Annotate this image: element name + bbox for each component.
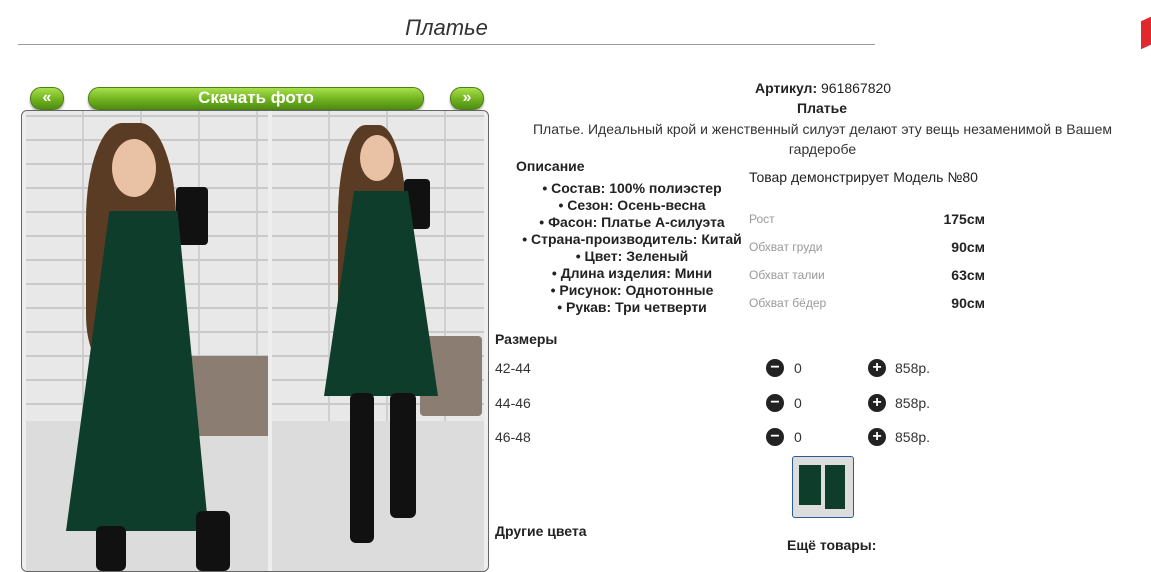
boot (196, 511, 230, 571)
product-photo-frame[interactable] (21, 110, 489, 572)
measurement-label: Рост (749, 212, 775, 226)
sizes-heading: Размеры (495, 331, 558, 347)
increase-quantity-button[interactable]: + (868, 428, 886, 446)
description-item: Цвет: Зеленый (496, 248, 768, 265)
measurement-label: Обхват груди (749, 240, 823, 254)
sku-value: 961867820 (821, 80, 892, 96)
quantity-value: 0 (794, 429, 802, 445)
description-item: Состав: 100% полиэстер (496, 180, 768, 197)
description-heading: Описание (516, 158, 585, 174)
model-note: Товар демонстрирует Модель №80 (749, 169, 978, 185)
measurement-value: 90см (951, 239, 985, 255)
size-row: 42-44 − 0 + 858р. (495, 359, 955, 380)
size-label: 42-44 (495, 360, 531, 376)
product-tagline: Платье. Идеальный крой и женственный сил… (532, 121, 1113, 157)
floor (272, 421, 484, 571)
measurement-label: Обхват бёдер (749, 296, 827, 310)
boot (96, 526, 126, 571)
face (112, 139, 156, 197)
decrease-quantity-button[interactable]: − (766, 359, 784, 377)
increase-quantity-button[interactable]: + (868, 359, 886, 377)
sku-label: Артикул: (755, 80, 818, 96)
size-price: 858р. (895, 395, 931, 411)
product-photo-front (26, 111, 268, 571)
description-item: Страна-производитель: Китай (496, 231, 768, 248)
measurement-label: Обхват талии (749, 268, 825, 282)
decrease-quantity-button[interactable]: − (766, 394, 784, 412)
page-title: Платье (18, 14, 875, 45)
description-list: Состав: 100% полиэстер Сезон: Осень-весн… (496, 180, 768, 316)
prev-photo-button[interactable]: « (30, 87, 64, 110)
description-item: Фасон: Платье А-силуэта (496, 214, 768, 231)
thumb-dress (799, 465, 821, 505)
description-item: Сезон: Осень-весна (496, 197, 768, 214)
thumb-dress (825, 465, 845, 509)
sku: Артикул: 961867820 (755, 80, 891, 96)
more-goods-heading: Ещё товары: (787, 537, 877, 553)
download-photo-button[interactable]: Скачать фото (88, 87, 424, 110)
size-row: 46-48 − 0 + 858р. (495, 428, 955, 449)
next-photo-button[interactable]: » (450, 87, 484, 110)
photo-thumbnail[interactable] (792, 456, 854, 518)
face (360, 135, 394, 181)
boot (390, 393, 416, 518)
quantity-value: 0 (794, 395, 802, 411)
quantity-value: 0 (794, 360, 802, 376)
description-item: Длина изделия: Мини (496, 265, 768, 282)
size-price: 858р. (895, 360, 931, 376)
decrease-quantity-button[interactable]: − (766, 428, 784, 446)
product-photo-side (272, 111, 484, 571)
size-row: 44-46 − 0 + 858р. (495, 394, 955, 415)
increase-quantity-button[interactable]: + (868, 394, 886, 412)
measurement-value: 63см (951, 267, 985, 283)
measurement-value: 175см (943, 211, 985, 227)
phone (176, 187, 208, 245)
description-item: Рукав: Три четверти (496, 299, 768, 316)
boot (350, 393, 374, 543)
other-colors-heading: Другие цвета (495, 523, 587, 539)
size-label: 44-46 (495, 395, 531, 411)
size-price: 858р. (895, 429, 931, 445)
corner-logo-icon (1141, 14, 1151, 50)
product-name: Платье (797, 100, 847, 116)
description-item: Рисунок: Однотонные (496, 282, 768, 299)
measurement-value: 90см (951, 295, 985, 311)
size-label: 46-48 (495, 429, 531, 445)
